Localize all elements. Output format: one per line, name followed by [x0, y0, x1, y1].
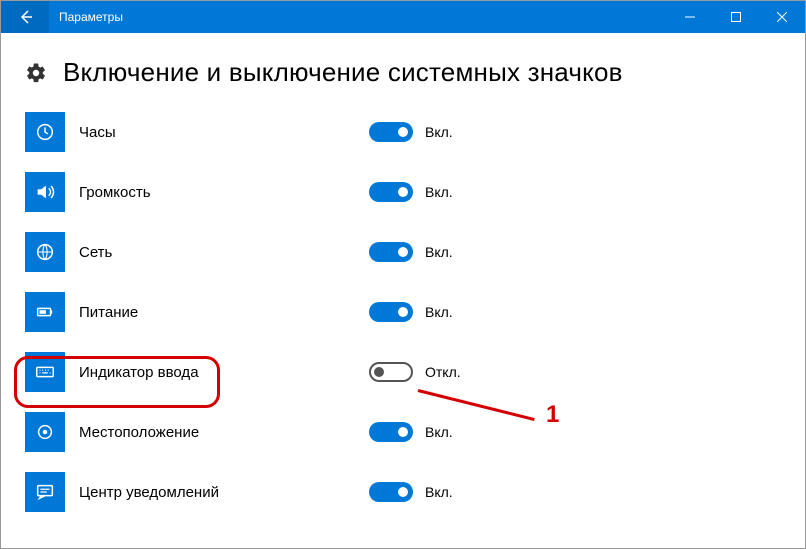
setting-row-power: Питание Вкл.	[25, 292, 781, 332]
setting-row-clock: Часы Вкл.	[25, 112, 781, 152]
toggle-clock[interactable]	[369, 122, 413, 142]
setting-row-volume: Громкость Вкл.	[25, 172, 781, 212]
maximize-button[interactable]	[713, 1, 759, 33]
toggle-state-label: Вкл.	[425, 484, 453, 500]
setting-label: Сеть	[79, 244, 369, 261]
setting-row-network: Сеть Вкл.	[25, 232, 781, 272]
setting-label: Часы	[79, 124, 369, 141]
back-arrow-icon	[17, 9, 33, 25]
setting-label: Центр уведомлений	[79, 484, 369, 501]
maximize-icon	[731, 12, 741, 22]
location-icon	[25, 412, 65, 452]
toggle-state-label: Вкл.	[425, 424, 453, 440]
setting-label: Питание	[79, 304, 369, 321]
toggle-location[interactable]	[369, 422, 413, 442]
clock-icon	[25, 112, 65, 152]
toggle-volume[interactable]	[369, 182, 413, 202]
input-icon	[25, 352, 65, 392]
gear-icon	[25, 62, 47, 84]
toggle-input[interactable]	[369, 362, 413, 382]
toggle-state-label: Вкл.	[425, 184, 453, 200]
minimize-button[interactable]	[667, 1, 713, 33]
setting-label: Местоположение	[79, 424, 369, 441]
network-icon	[25, 232, 65, 272]
setting-row-location: Местоположение Вкл.	[25, 412, 781, 452]
setting-label: Громкость	[79, 184, 369, 201]
actioncenter-icon	[25, 472, 65, 512]
back-button[interactable]	[1, 1, 49, 33]
minimize-icon	[685, 12, 695, 22]
toggle-power[interactable]	[369, 302, 413, 322]
title-bar: Параметры	[1, 1, 805, 33]
window-title: Параметры	[59, 10, 123, 24]
setting-label: Индикатор ввода	[79, 364, 369, 381]
setting-row-actioncenter: Центр уведомлений Вкл.	[25, 472, 781, 512]
close-icon	[777, 12, 787, 22]
power-icon	[25, 292, 65, 332]
settings-list: Часы Вкл. Громкость Вкл. Сеть Вкл. Питание Вкл.…	[25, 112, 781, 512]
content-area: Включение и выключение системных значков…	[1, 33, 805, 512]
settings-window: Параметры Включение и выключение системн…	[0, 0, 806, 549]
toggle-state-label: Вкл.	[425, 304, 453, 320]
close-button[interactable]	[759, 1, 805, 33]
toggle-state-label: Вкл.	[425, 124, 453, 140]
toggle-state-label: Вкл.	[425, 244, 453, 260]
toggle-actioncenter[interactable]	[369, 482, 413, 502]
volume-icon	[25, 172, 65, 212]
setting-row-input: Индикатор ввода Откл.	[25, 352, 781, 392]
toggle-state-label: Откл.	[425, 364, 461, 380]
toggle-network[interactable]	[369, 242, 413, 262]
page-title: Включение и выключение системных значков	[63, 57, 623, 88]
